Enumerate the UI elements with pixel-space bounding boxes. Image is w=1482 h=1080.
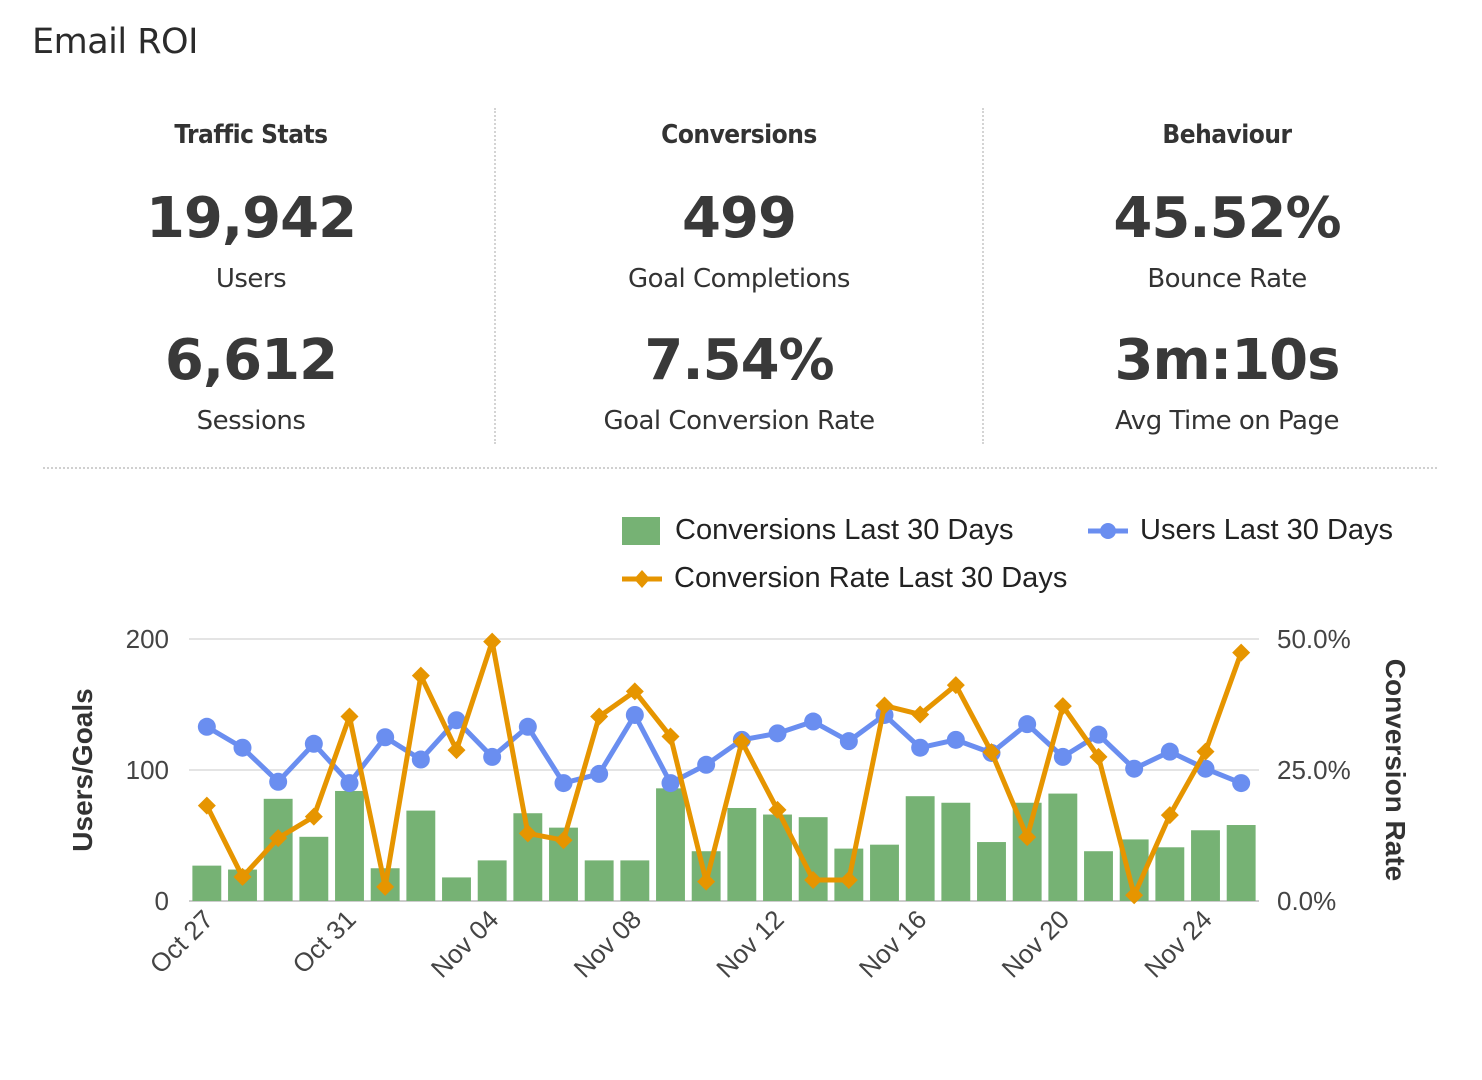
conversion-rate-point [411,666,430,685]
legend-swatch-circle-line-icon [1088,522,1128,539]
users-point [804,712,823,731]
y2-tick-label: 25.0% [1277,755,1351,785]
y-tick-label: 100 [126,755,169,785]
conversion-bar [1155,847,1185,901]
y-tick-label: 0 [155,886,169,916]
conversion-bar [406,810,436,901]
stat-column-traffic: Traffic Stats 19,942 Users 6,612 Session… [8,108,494,444]
users-point [269,772,288,791]
x-tick-label: Nov 12 [710,904,789,983]
conversion-bar [442,877,471,901]
conversion-rate-point [483,632,502,651]
stat-value-avg-time: 3m:10s [1114,328,1341,393]
x-tick-label: Nov 20 [996,904,1075,983]
x-tick-label: Nov 24 [1138,904,1217,983]
users-point [376,728,395,747]
conversion-bar [477,860,507,901]
conversion-bar [941,802,971,901]
users-point [768,724,787,743]
y2-tick-label: 50.0% [1277,624,1351,654]
legend-swatch-bar-icon [622,516,660,545]
stat-value-goal-conversion-rate: 7.54% [644,328,834,393]
section-divider [43,467,1437,469]
users-point [1125,759,1144,778]
stat-heading: Traffic Stats [174,120,328,150]
stat-heading: Behaviour [1162,120,1292,150]
stat-value-bounce-rate: 45.52% [1113,186,1341,251]
conversion-bar [620,860,650,901]
users-point [911,738,930,757]
users-point [1160,742,1179,761]
stat-label-goal-conversion-rate: Goal Conversion Rate [603,406,875,436]
users-point [304,734,323,753]
conversion-bar [192,865,222,901]
users-point [839,732,858,751]
stat-label-goal-completions: Goal Completions [628,264,850,294]
users-point [661,774,680,793]
users-point [1053,747,1072,766]
x-tick-label: Nov 04 [425,904,504,983]
combo-chart: 0 100 200 0.0% 25.0% 50.0% Users/Goals Conversi… [67,624,1411,984]
y2-tick-label: 0.0% [1277,886,1336,916]
conversion-bar [977,842,1006,901]
conversion-bar [656,788,685,901]
stat-column-behaviour: Behaviour 45.52% Bounce Rate 3m:10s Avg … [982,108,1470,444]
stat-value-goal-completions: 499 [682,186,797,251]
conversion-bar [870,844,899,901]
users-point [483,747,502,766]
y2-axis-title: Conversion Rate [1380,659,1411,882]
stat-value-users: 19,942 [145,186,357,251]
users-point [1232,774,1251,793]
users-point [233,738,252,757]
users-point [197,717,216,736]
y-tick-label: 200 [126,624,169,654]
stats-panel: Traffic Stats 19,942 Users 6,612 Session… [0,108,1482,444]
users-point [697,755,716,774]
users-point [1089,725,1108,744]
stat-value-sessions: 6,612 [164,328,338,393]
users-point [340,774,359,793]
y-axis-title: Users/Goals [67,688,98,851]
conversion-bar [727,807,757,901]
conversion-bar [905,796,935,901]
legend-item-conversion-rate[interactable]: Conversion Rate Last 30 Days [622,562,1067,595]
conversion-bar [1084,851,1113,901]
page-title: Email ROI [32,22,198,62]
conversion-bar [335,790,364,901]
legend-item-users[interactable]: Users Last 30 Days [1088,514,1393,547]
conversion-bar [1191,830,1220,901]
users-point [411,750,430,769]
legend-swatch-diamond-line-icon [622,569,662,588]
stat-label-sessions: Sessions [196,406,306,436]
conversion-rate-point [1232,643,1251,662]
conversion-bar [299,836,329,901]
conversion-bar [584,860,614,901]
conversion-rate-point [340,707,359,726]
users-point [518,717,537,736]
stat-heading: Conversions [661,120,817,150]
x-tick-label: Oct 31 [286,904,361,979]
users-point [590,764,609,783]
legend-item-conversions[interactable]: Conversions Last 30 Days [622,514,1014,547]
conversion-rate-point [447,741,466,760]
stat-label-avg-time: Avg Time on Page [1115,406,1339,436]
legend-label: Conversion Rate Last 30 Days [674,562,1068,594]
users-point [554,774,573,793]
stat-label-users: Users [215,264,287,294]
conversion-rate-point [197,796,216,815]
legend-label: Users Last 30 Days [1140,514,1394,546]
stat-column-conversions: Conversions 499 Goal Completions 7.54% G… [494,108,982,444]
x-tick-label: Nov 08 [568,904,647,983]
users-point [625,705,644,724]
stat-label-bounce-rate: Bounce Rate [1147,264,1307,294]
conversion-bar [1048,793,1078,901]
legend-label: Conversions Last 30 Days [675,514,1014,546]
users-point [946,730,965,749]
conversion-bar [1226,825,1256,901]
users-point [1018,715,1037,734]
x-tick-label: Nov 16 [853,904,932,983]
